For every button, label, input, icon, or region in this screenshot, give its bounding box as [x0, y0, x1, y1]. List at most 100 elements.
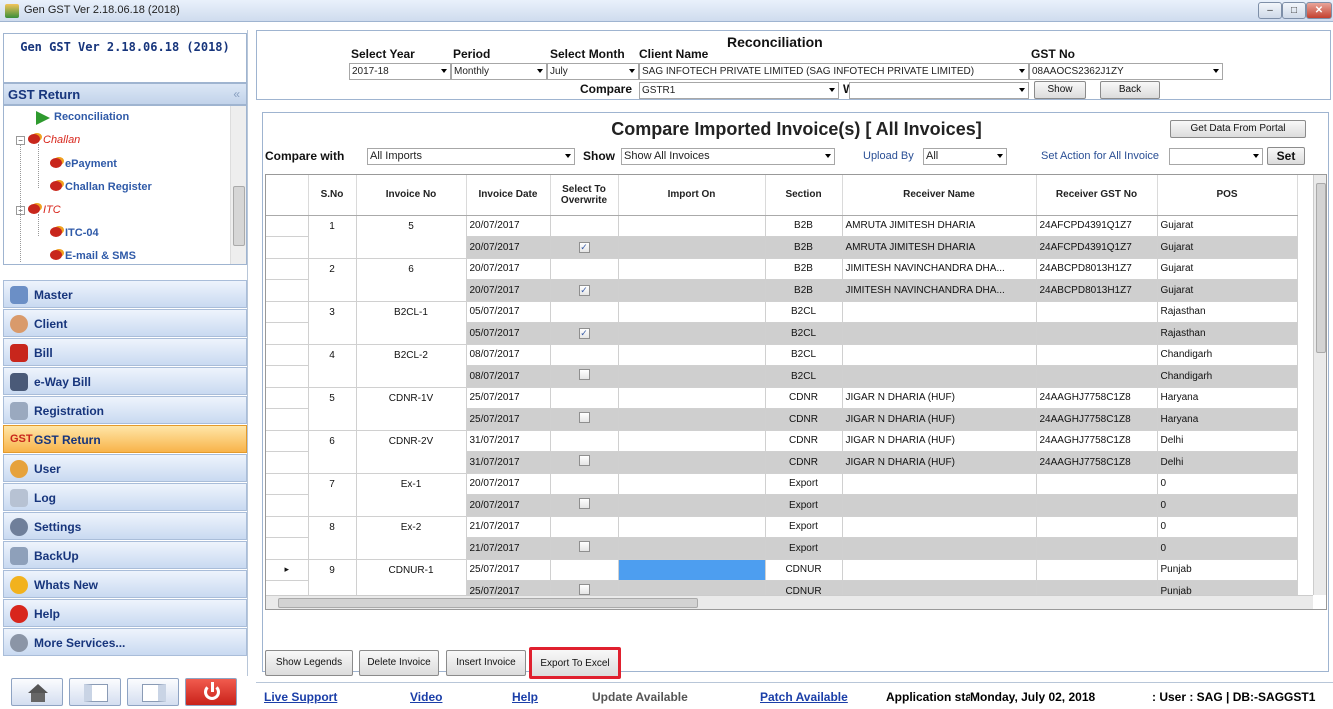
cell-imp[interactable]	[618, 559, 766, 581]
tree-item-email-sms[interactable]: E-mail & SMS	[50, 250, 136, 262]
year-select[interactable]: 2017-18	[349, 63, 451, 80]
cell-chk[interactable]	[550, 537, 619, 560]
power-button[interactable]	[185, 678, 237, 706]
col-header[interactable]: Import On	[618, 175, 766, 216]
live-support-link[interactable]: Live Support	[264, 690, 337, 704]
nav-user[interactable]: User	[3, 454, 247, 482]
cell-chk[interactable]	[550, 494, 619, 517]
col-header[interactable]: Section	[765, 175, 843, 216]
overwrite-checkbox[interactable]: ✓	[578, 284, 590, 296]
layout-left-button[interactable]	[69, 678, 121, 706]
get-data-from-portal-button[interactable]: Get Data From Portal	[1170, 120, 1306, 138]
cell-imp[interactable]	[618, 387, 766, 409]
table-row[interactable]: 3 B2CL-1 05/07/2017 B2CL Rajasthan	[266, 301, 1298, 323]
scrollbar-thumb[interactable]	[278, 598, 698, 608]
overwrite-checkbox[interactable]	[578, 498, 590, 510]
grid-horizontal-scrollbar[interactable]	[266, 595, 1313, 609]
nav-whats-new[interactable]: Whats New	[3, 570, 247, 598]
scrollbar-thumb[interactable]	[1316, 183, 1326, 353]
set-action-select[interactable]	[1169, 148, 1263, 165]
table-row[interactable]: 25/07/2017 CDNR JIGAR N DHARIA (HUF) 24AAGH…	[266, 408, 1298, 431]
tree-item-challan-register[interactable]: Challan Register	[50, 181, 152, 193]
with-select[interactable]	[849, 82, 1029, 99]
cell-chk[interactable]	[550, 301, 619, 323]
show-button[interactable]: Show	[1034, 81, 1086, 99]
overwrite-checkbox[interactable]: ✓	[578, 327, 590, 339]
table-row[interactable]: 4 B2CL-2 08/07/2017 B2CL Chandigarh	[266, 344, 1298, 366]
cell-imp[interactable]	[618, 473, 766, 495]
patch-available-link[interactable]: Patch Available	[760, 690, 848, 704]
upload-by-select[interactable]: All	[923, 148, 1007, 165]
nav-gst-return[interactable]: GST GST Return	[3, 425, 247, 453]
collapse-icon[interactable]: «	[233, 87, 240, 101]
month-select[interactable]: July	[547, 63, 639, 80]
back-button[interactable]: Back	[1100, 81, 1160, 99]
insert-invoice-button[interactable]: Insert Invoice	[446, 650, 526, 676]
cell-imp[interactable]	[618, 537, 766, 560]
close-button[interactable]: ✕	[1306, 2, 1332, 19]
show-legends-button[interactable]: Show Legends	[265, 650, 353, 676]
nav-more-services[interactable]: More Services...	[3, 628, 247, 656]
table-row[interactable]: 1 5 20/07/2017 B2B AMRUTA JIMITESH DHARIA 24A…	[266, 215, 1298, 237]
cell-imp[interactable]	[618, 365, 766, 388]
overwrite-checkbox[interactable]	[578, 584, 590, 596]
cell-chk[interactable]	[550, 473, 619, 495]
table-row[interactable]: 20/07/2017 ✓ B2B JIMITESH NAVINCHANDRA DHA.…	[266, 279, 1298, 302]
col-header[interactable]: POS	[1157, 175, 1298, 216]
show-filter-select[interactable]: Show All Invoices	[621, 148, 835, 165]
sidebar-section-header[interactable]: GST Return «	[3, 83, 247, 105]
table-row[interactable]: 6 CDNR-2V 31/07/2017 CDNR JIGAR N DHARIA (HU…	[266, 430, 1298, 452]
delete-invoice-button[interactable]: Delete Invoice	[359, 650, 439, 676]
layout-right-button[interactable]	[127, 678, 179, 706]
cell-imp[interactable]	[618, 494, 766, 517]
table-row[interactable]: 5 CDNR-1V 25/07/2017 CDNR JIGAR N DHARIA (HU…	[266, 387, 1298, 409]
overwrite-checkbox[interactable]	[578, 541, 590, 553]
overwrite-checkbox[interactable]	[578, 369, 590, 381]
table-row[interactable]: 8 Ex-2 21/07/2017 Export 0	[266, 516, 1298, 538]
gst-select[interactable]: 08AAOCS2362J1ZY	[1029, 63, 1223, 80]
cell-imp[interactable]	[618, 408, 766, 431]
nav-master[interactable]: Master	[3, 280, 247, 308]
col-header[interactable]: Invoice Date	[466, 175, 551, 216]
nav-client[interactable]: Client	[3, 309, 247, 337]
video-link[interactable]: Video	[410, 690, 442, 704]
table-row[interactable]: 05/07/2017 ✓ B2CL Rajasthan	[266, 322, 1298, 345]
cell-imp[interactable]	[618, 516, 766, 538]
minimize-button[interactable]: –	[1258, 2, 1282, 19]
export-to-excel-button[interactable]: Export To Excel	[529, 647, 621, 679]
col-header[interactable]: Invoice No	[356, 175, 467, 216]
period-select[interactable]: Monthly	[451, 63, 547, 80]
overwrite-checkbox[interactable]	[578, 455, 590, 467]
grid-vertical-scrollbar[interactable]	[1313, 175, 1326, 595]
cell-chk[interactable]	[550, 451, 619, 474]
table-row[interactable]: 21/07/2017 Export 0	[266, 537, 1298, 560]
scrollbar-thumb[interactable]	[233, 186, 245, 246]
tree-item-epayment[interactable]: ePayment	[50, 158, 117, 170]
cell-imp[interactable]	[618, 344, 766, 366]
set-button[interactable]: Set	[1267, 147, 1305, 165]
table-row[interactable]: 2 6 20/07/2017 B2B JIMITESH NAVINCHANDRA DHA…	[266, 258, 1298, 280]
cell-chk[interactable]	[550, 215, 619, 237]
tree-item-itc-04[interactable]: ITC-04	[50, 227, 99, 239]
cell-chk[interactable]	[550, 430, 619, 452]
cell-imp[interactable]	[618, 322, 766, 345]
nav-backup[interactable]: BackUp	[3, 541, 247, 569]
client-select[interactable]: SAG INFOTECH PRIVATE LIMITED (SAG INFOTE…	[639, 63, 1029, 80]
cell-imp[interactable]	[618, 236, 766, 259]
maximize-button[interactable]: □	[1282, 2, 1306, 19]
cell-imp[interactable]	[618, 279, 766, 302]
compare-with-select[interactable]: All Imports	[367, 148, 575, 165]
col-header[interactable]: S.No	[308, 175, 357, 216]
cell-chk[interactable]: ✓	[550, 322, 619, 345]
tree-item-challan[interactable]: − Challan	[16, 134, 80, 146]
cell-chk[interactable]	[550, 516, 619, 538]
table-row[interactable]: 7 Ex-1 20/07/2017 Export 0	[266, 473, 1298, 495]
overwrite-checkbox[interactable]: ✓	[578, 241, 590, 253]
cell-imp[interactable]	[618, 430, 766, 452]
overwrite-checkbox[interactable]	[578, 412, 590, 424]
cell-imp[interactable]	[618, 258, 766, 280]
sidebar-tree-scrollbar[interactable]	[230, 106, 246, 264]
col-header[interactable]: Receiver GST No	[1036, 175, 1158, 216]
cell-chk[interactable]	[550, 258, 619, 280]
help-link[interactable]: Help	[512, 690, 538, 704]
